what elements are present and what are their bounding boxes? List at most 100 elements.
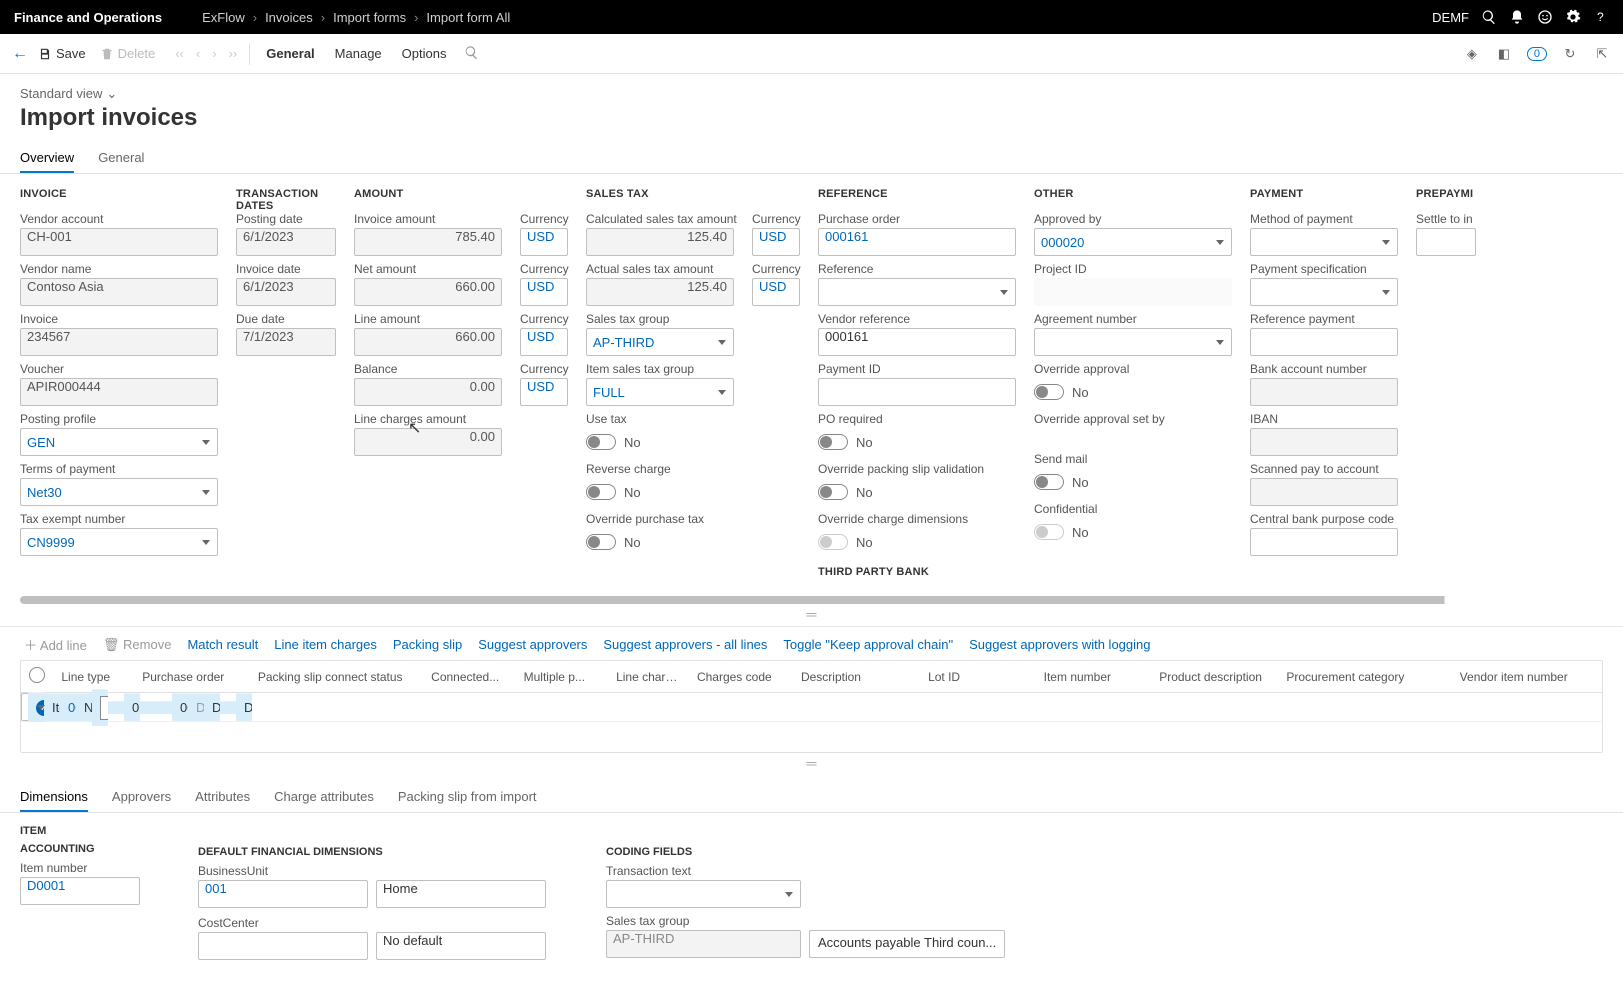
row-checkbox[interactable]: ✓ (36, 700, 44, 716)
cell-line-type[interactable]: Item (44, 693, 60, 721)
posting-date-field[interactable]: 6/1/2023 (236, 228, 336, 256)
cost-center-desc-field[interactable]: No default (376, 932, 546, 960)
agreement-select[interactable] (1034, 328, 1232, 356)
line-charges-field[interactable]: 0.00 (354, 428, 502, 456)
actual-tax-field[interactable]: 125.40 (586, 278, 734, 306)
company-code[interactable]: DEMF (1432, 10, 1469, 25)
cell-charges-code[interactable] (140, 701, 156, 714)
sales-tax-group-select[interactable]: AP-THIRD (586, 328, 734, 356)
posting-profile-select[interactable]: GEN (20, 428, 218, 456)
po-required-toggle[interactable] (818, 434, 848, 450)
side-panel-icon[interactable]: ◧ (1495, 45, 1513, 63)
cell-prod-desc[interactable]: D0001 (204, 693, 220, 721)
grid-link[interactable]: Suggest approvers - all lines (603, 637, 767, 652)
net-amount-field[interactable]: 660.00 (354, 278, 502, 306)
col-header[interactable]: Item number (1036, 661, 1152, 693)
tab-options[interactable]: Options (402, 46, 447, 61)
tax-exempt-select[interactable]: CN9999 (20, 528, 218, 556)
attachments-icon[interactable]: ◈ (1463, 45, 1481, 63)
reference-select[interactable] (818, 278, 1016, 306)
add-line-button[interactable]: ＋ Add line (24, 635, 87, 654)
breadcrumb[interactable]: Invoices (265, 10, 313, 25)
terms-payment-select[interactable]: Net30 (20, 478, 218, 506)
count-badge[interactable]: 0 (1527, 47, 1547, 61)
tab-dimensions[interactable]: Dimensions (20, 783, 88, 812)
voucher-field[interactable]: APIR000444 (20, 378, 218, 406)
purchase-order-field[interactable]: 000161 (818, 228, 1016, 256)
select-all-checkbox[interactable] (29, 667, 45, 683)
currency-field[interactable]: USD (520, 378, 568, 406)
tab-overview[interactable]: Overview (20, 144, 74, 173)
reference-payment-field[interactable] (1250, 328, 1398, 356)
tab-manage[interactable]: Manage (335, 46, 382, 61)
horizontal-scrollbar[interactable] (20, 596, 1603, 604)
bank-account-field[interactable] (1250, 378, 1398, 406)
col-header[interactable]: Purchase order (134, 661, 250, 693)
currency-field[interactable]: USD (752, 278, 800, 306)
balance-field[interactable]: 0.00 (354, 378, 502, 406)
search-icon[interactable] (1481, 9, 1497, 25)
resize-grip[interactable]: ═ (0, 606, 1623, 622)
search-icon[interactable] (464, 45, 479, 63)
currency-field[interactable]: USD (520, 278, 568, 306)
settle-field[interactable] (1416, 228, 1476, 256)
grid-link[interactable]: Toggle "Keep approval chain" (783, 637, 953, 652)
tab-charge-attributes[interactable]: Charge attributes (274, 783, 374, 812)
payment-spec-select[interactable] (1250, 278, 1398, 306)
col-header[interactable]: Description (793, 661, 920, 693)
line-amount-field[interactable]: 660.00 (354, 328, 502, 356)
item-sales-tax-group-select[interactable]: FULL (586, 378, 734, 406)
reverse-charge-toggle[interactable] (586, 484, 616, 500)
grid-link[interactable]: Suggest approvers with logging (969, 637, 1150, 652)
cell-lot-id[interactable]: 003081 (172, 693, 188, 721)
override-approval-toggle[interactable] (1034, 384, 1064, 400)
vendor-reference-field[interactable]: 000161 (818, 328, 1016, 356)
tab-attributes[interactable]: Attributes (195, 783, 250, 812)
invoice-amount-field[interactable]: 785.40 (354, 228, 502, 256)
invoice-field[interactable]: 234567 (20, 328, 218, 356)
cell-pkstatus[interactable]: None (76, 693, 92, 721)
table-row[interactable]: ✓ Item 000161 None 0.00 003081 D0001 D00… (21, 693, 53, 721)
cell-connected[interactable] (92, 689, 108, 726)
scanned-pay-field[interactable] (1250, 478, 1398, 506)
popout-icon[interactable]: ⇱ (1593, 45, 1611, 63)
breadcrumb[interactable]: Import forms (333, 10, 406, 25)
back-arrow-icon[interactable]: ← (12, 45, 28, 63)
business-unit-desc-field[interactable]: Home (376, 880, 546, 908)
cell-description[interactable] (156, 701, 172, 714)
send-mail-toggle[interactable] (1034, 474, 1064, 490)
help-icon[interactable]: ? (1593, 9, 1609, 25)
refresh-icon[interactable]: ↻ (1561, 45, 1579, 63)
override-purchase-tax-toggle[interactable] (586, 534, 616, 550)
cell-vendor-item[interactable]: D0001 (236, 693, 252, 721)
grid-link[interactable]: Match result (187, 637, 258, 652)
vendor-account-field[interactable]: CH-001 (20, 228, 218, 256)
breadcrumb[interactable]: ExFlow (202, 10, 245, 25)
iban-field[interactable] (1250, 428, 1398, 456)
vendor-name-field[interactable]: Contoso Asia (20, 278, 218, 306)
tab-approvers[interactable]: Approvers (112, 783, 171, 812)
cell-item-number[interactable]: D0001 (188, 693, 204, 721)
central-bank-field[interactable] (1250, 528, 1398, 556)
calc-tax-field[interactable]: 125.40 (586, 228, 734, 256)
view-selector[interactable]: Standard view⌄ (20, 86, 1603, 102)
grid-link[interactable]: Line item charges (274, 637, 377, 652)
currency-field[interactable]: USD (752, 228, 800, 256)
grid-link[interactable]: Suggest approvers (478, 637, 587, 652)
record-nav[interactable]: ‹‹‹››› (169, 46, 243, 61)
grid-link[interactable]: Packing slip (393, 637, 462, 652)
delete-button[interactable]: Delete (100, 46, 156, 61)
connected-input[interactable] (100, 696, 108, 720)
smiley-icon[interactable] (1537, 9, 1553, 25)
col-header[interactable]: Lot ID (920, 661, 1036, 693)
currency-field[interactable]: USD (520, 228, 568, 256)
approved-by-select[interactable]: 000020 (1034, 228, 1232, 256)
col-header[interactable]: Line charg... (608, 661, 689, 693)
col-header[interactable]: Connected... (423, 661, 515, 693)
save-button[interactable]: Save (38, 46, 86, 61)
invoice-date-field[interactable]: 6/1/2023 (236, 278, 336, 306)
tab-general-inner[interactable]: General (98, 144, 144, 173)
item-number-field[interactable]: D0001 (20, 877, 140, 905)
transaction-text-select[interactable] (606, 880, 801, 908)
cell-line-charg[interactable]: 0.00 (124, 693, 140, 721)
